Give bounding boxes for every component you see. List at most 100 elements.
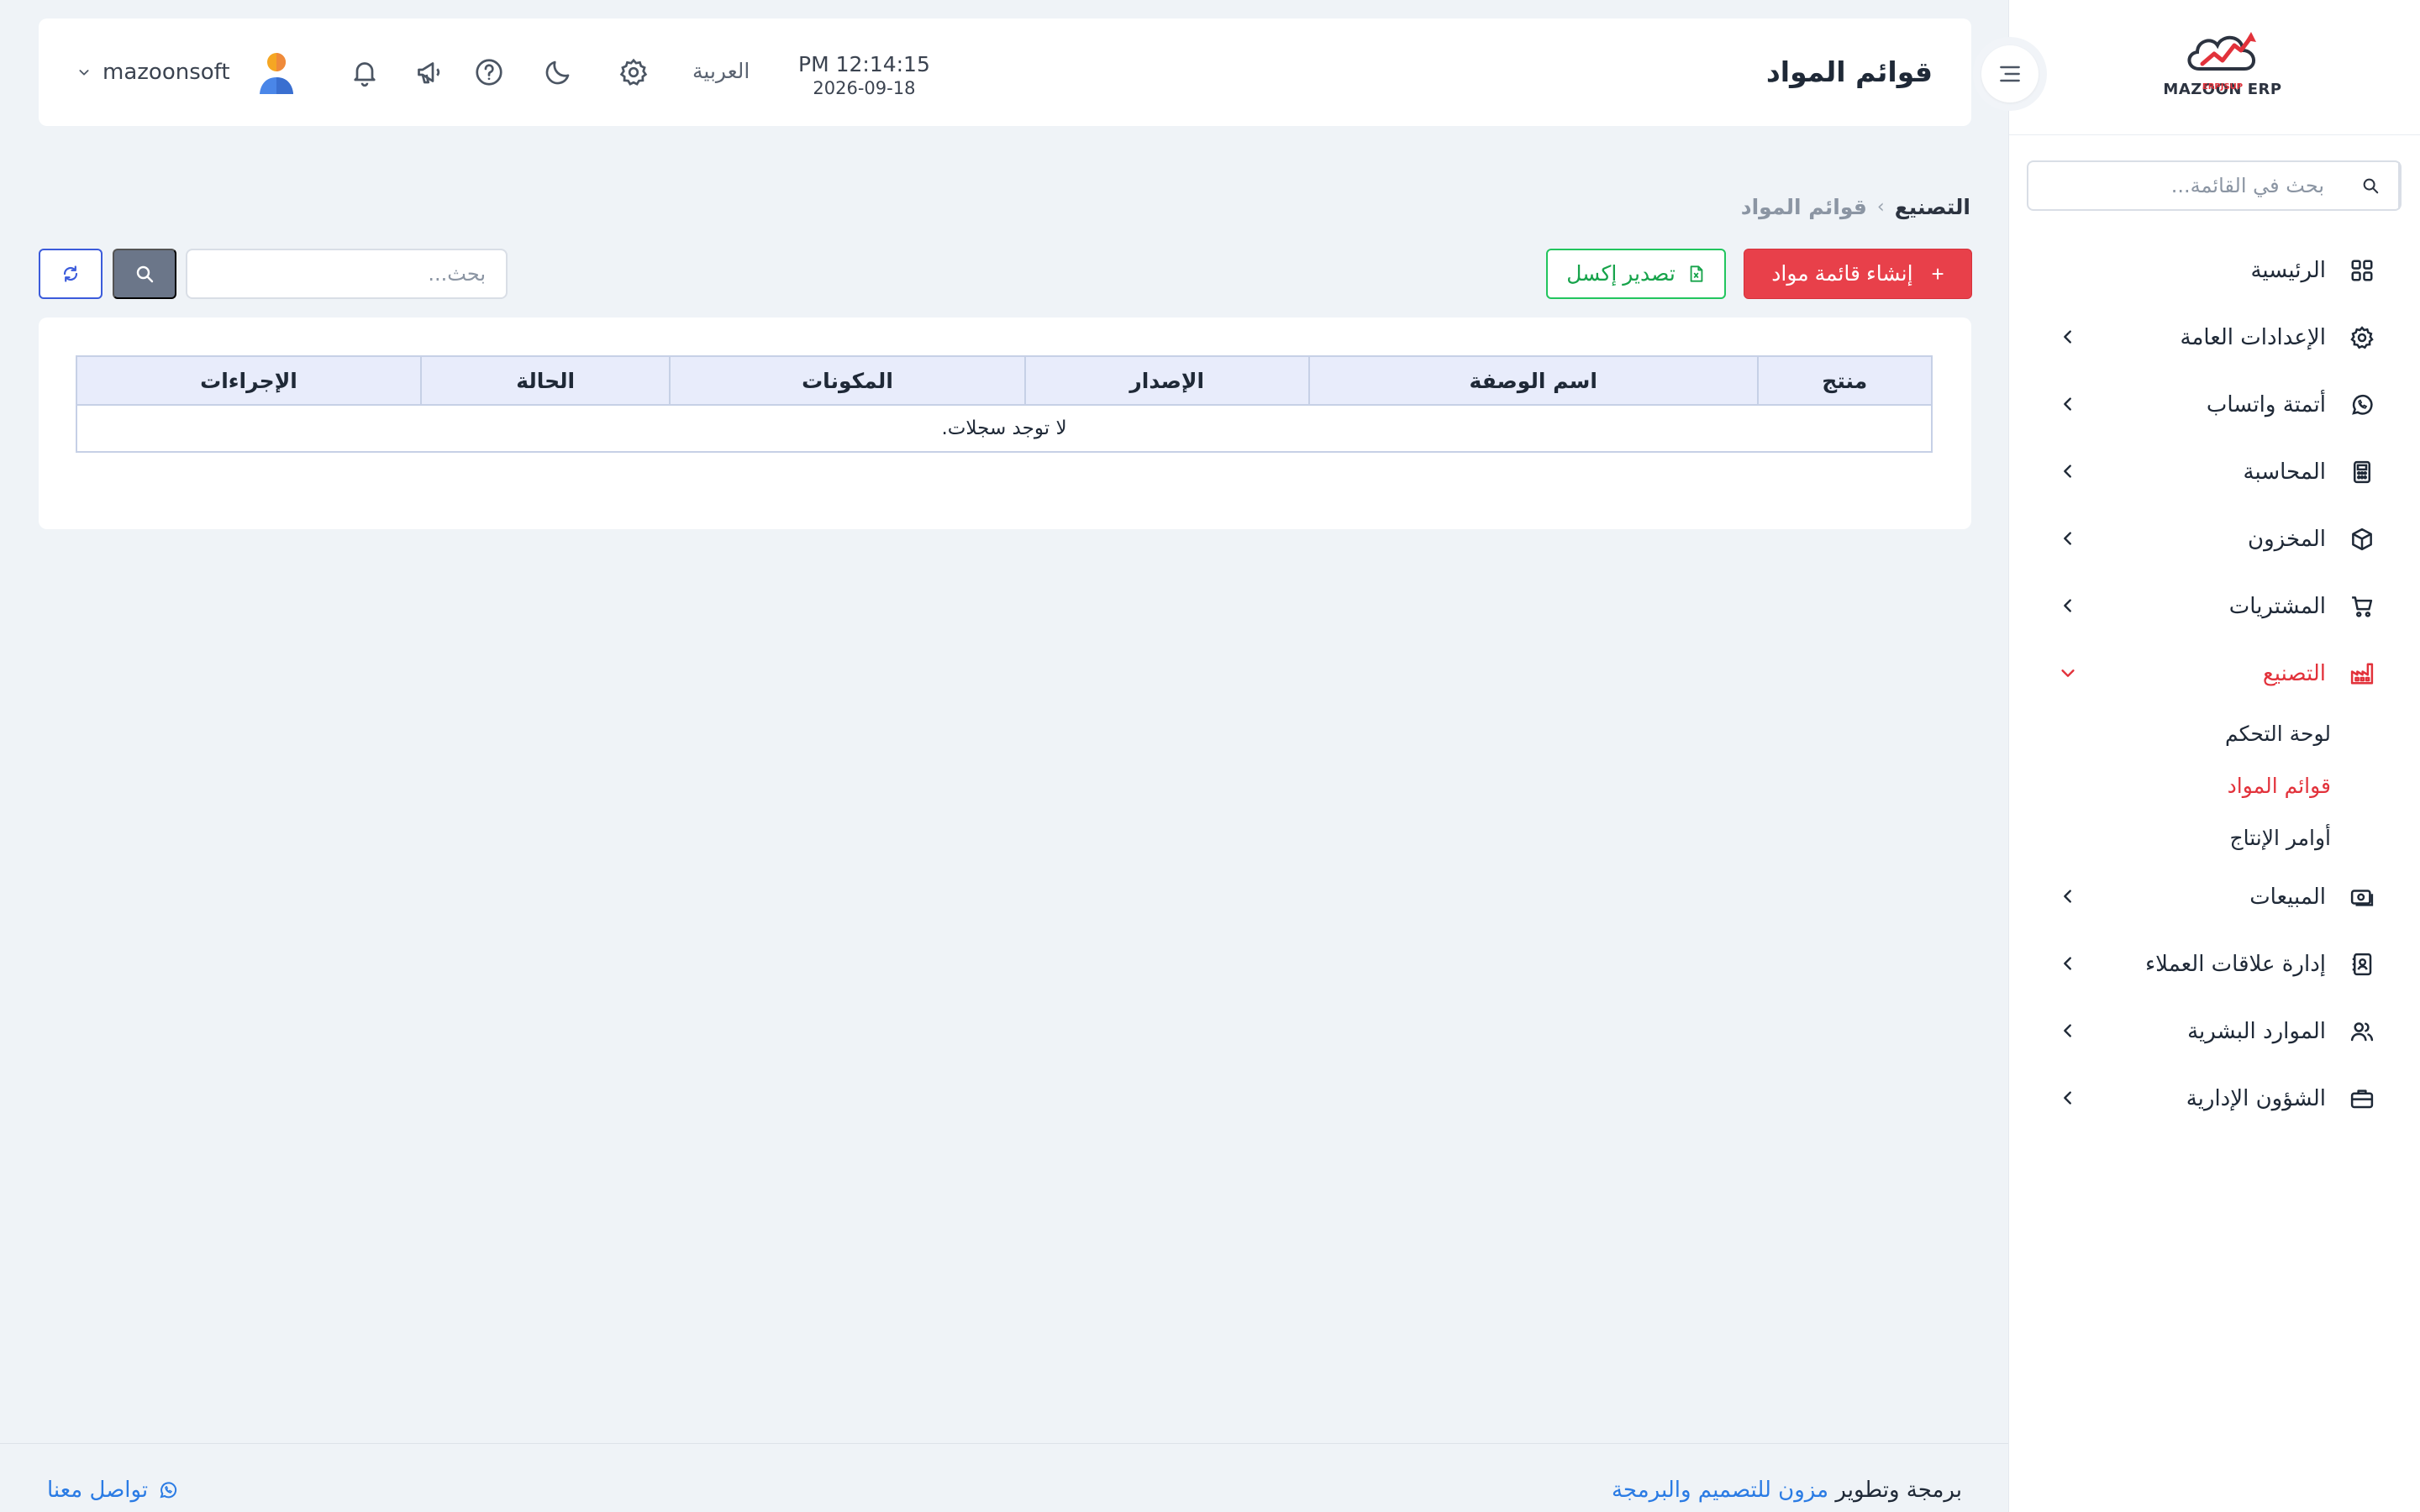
whatsapp-icon [160,1482,177,1499]
breadcrumb: التصنيع ‹ قوائم المواد [1741,195,1970,219]
plus-icon: + [1931,260,1944,286]
create-bom-label: إنشاء قائمة مواد [1771,262,1913,286]
chevron-left-icon [2064,330,2071,344]
sidebar-item-manufacturing[interactable]: التصنيع [2008,640,2420,707]
clock-time: PM 12:14:15 [798,52,930,76]
chevron-left-icon [2064,532,2071,545]
sidebar-item-label: المحاسبة [2243,459,2326,485]
sidebar-subitem-label: لوحة التحكم [2224,721,2331,746]
sidebar-subitem-production-orders[interactable]: أوامر الإنتاج [2008,811,2420,864]
sidebar-divider [2009,134,2420,135]
megaphone-icon[interactable] [412,54,449,91]
help-icon[interactable] [471,54,508,91]
moon-icon[interactable] [539,54,576,91]
sidebar-item-inventory[interactable]: المخزون [2008,506,2420,573]
sidebar-item-purchases[interactable]: المشتريات [2008,573,2420,640]
refresh-icon [63,265,78,282]
empty-state-text: لا توجد سجلات. [76,404,1933,453]
column-header-version[interactable]: الإصدار [1023,355,1310,406]
footer-credit-prefix: برمجة وتطوير [1835,1478,1962,1503]
logo-subtitle: ERPJSUP [2202,82,2244,92]
username: mazoonsoft [103,60,230,85]
avatar [259,53,293,94]
sidebar-subitem-bom[interactable]: قوائم المواد [2008,759,2420,811]
sidebar-item-crm[interactable]: إدارة علاقات العملاء [2008,931,2420,998]
sidebar-item-label: المشتريات [2228,594,2326,619]
sidebar-item-settings[interactable]: الإعدادات العامة [2008,304,2420,371]
footer-credit: برمجة وتطوير مزون للتصميم والبرمجة [1612,1478,1962,1503]
column-header-actions: الإجراءات [76,355,422,406]
page-title: قوائم المواد [1765,55,1933,88]
create-bom-button[interactable]: + إنشاء قائمة مواد [1744,249,1972,299]
table-header-row: منتج اسم الوصفة الإصدار المكونات الحالة … [76,355,1933,406]
sidebar-item-accounting[interactable]: المحاسبة [2008,438,2420,506]
chevron-left-icon [2064,957,2071,970]
sidebar-item-label: المخزون [2248,527,2326,552]
contact-us-label: تواصل معنا [47,1478,149,1503]
clock: PM 12:14:15 2026-09-18 [798,52,930,98]
sidebar-item-label: المبيعات [2249,885,2326,910]
sidebar-search [2027,160,2402,211]
sidebar-subitem-dashboard[interactable]: لوحة التحكم [2008,707,2420,759]
sidebar-subitem-label: أوامر الإنتاج [2229,825,2331,850]
sidebar-item-label: التصنيع [2262,661,2326,686]
sidebar-subitem-label: قوائم المواد [2227,773,2331,798]
excel-file-icon [1690,265,1703,282]
sidebar-toggle-button[interactable] [1973,37,2047,111]
menu-icon [2000,66,2020,82]
column-header-recipe-name[interactable]: اسم الوصفة [1307,355,1759,406]
sidebar-item-home[interactable]: الرئيسية [2008,237,2420,304]
calculator-icon [2348,458,2376,486]
chevron-down-icon [79,70,89,76]
sidebar-item-label: الإعدادات العامة [2180,325,2326,350]
sidebar: ERPJSUP MAZOON ERP الرئيسية الإعدادات ال… [2008,0,2420,1512]
bom-table: منتج اسم الوصفة الإصدار المكونات الحالة … [76,355,1933,453]
breadcrumb-current: قوائم المواد [1740,195,1867,219]
sidebar-search-input[interactable] [2028,162,2343,209]
breadcrumb-parent[interactable]: التصنيع [1895,195,1970,219]
gear-icon[interactable] [615,54,652,91]
bom-table-card: منتج اسم الوصفة الإصدار المكونات الحالة … [39,318,1971,529]
refresh-button[interactable] [39,249,103,299]
user-menu[interactable]: mazoonsoft [77,49,297,96]
sidebar-item-admin[interactable]: الشؤون الإدارية [2008,1065,2420,1132]
table-row: لا توجد سجلات. [76,404,1933,453]
search-input[interactable] [187,250,506,297]
clock-date: 2026-09-18 [813,78,916,98]
column-header-components[interactable]: المكونات [669,355,1026,406]
column-header-status[interactable]: الحالة [419,355,671,406]
sidebar-item-whatsapp[interactable]: أتمتة واتساب [2008,371,2420,438]
sidebar-item-sales[interactable]: المبيعات [2008,864,2420,931]
gear-icon [2348,323,2376,352]
contact-us-link[interactable]: تواصل معنا [47,1478,178,1503]
chevron-left-icon [2064,397,2071,411]
chevron-left-icon [2064,890,2071,903]
chevron-left-icon [2064,599,2071,612]
chevron-left-icon [2064,1024,2071,1037]
factory-icon [2348,659,2376,688]
sidebar-item-label: أتمتة واتساب [2206,392,2326,417]
footer-brand-link[interactable]: مزون للتصميم والبرمجة [1612,1478,1828,1503]
sidebar-item-label: الشؤون الإدارية [2186,1086,2326,1111]
sidebar-item-hr[interactable]: الموارد البشرية [2008,998,2420,1065]
bell-icon[interactable] [346,54,383,91]
chevron-left-icon [2064,1091,2071,1105]
language-switch[interactable]: العربية [692,59,750,83]
export-excel-button[interactable]: تصدير إكسل [1546,249,1726,299]
sidebar-item-label: الموارد البشرية [2187,1019,2326,1044]
contacts-icon [2348,950,2376,979]
cash-icon [2348,883,2376,911]
footer: برمجة وتطوير مزون للتصميم والبرمجة تواصل… [0,1443,2008,1512]
search-icon[interactable] [2343,162,2400,209]
column-header-product[interactable]: منتج [1756,355,1933,406]
chevron-left-icon [2064,465,2071,478]
sidebar-item-label: الرئيسية [2250,258,2326,283]
search-button[interactable] [113,249,176,299]
export-excel-label: تصدير إكسل [1566,262,1676,286]
table-search [186,249,508,299]
box-icon [2348,525,2376,554]
logo[interactable]: ERPJSUP MAZOON ERP [2160,25,2286,118]
briefcase-icon [2348,1084,2376,1113]
cart-icon [2348,592,2376,621]
chevron-down-icon [2061,669,2075,677]
